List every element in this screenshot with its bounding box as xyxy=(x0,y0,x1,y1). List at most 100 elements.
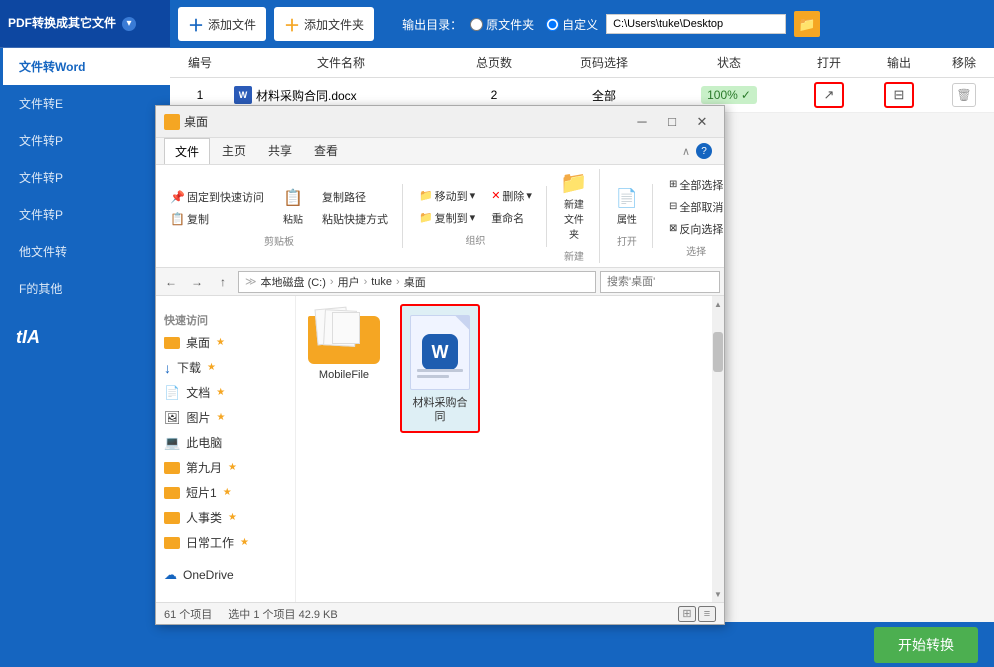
nav-item-word[interactable]: 文件转Word xyxy=(0,48,170,85)
delete-button[interactable]: ✕ 删除 ▾ xyxy=(485,186,538,206)
sidebar-item-desktop[interactable]: 桌面 ★ xyxy=(156,330,295,355)
row-pagesel: 全部 xyxy=(544,87,664,104)
move-to-button[interactable]: 📁 移动到 ▾ xyxy=(413,186,481,206)
tab-share[interactable]: 共享 xyxy=(258,138,302,164)
copy-button[interactable]: 📋 复制 xyxy=(164,209,215,229)
path-part-c[interactable]: 本地磁盘 (C:) xyxy=(261,274,326,290)
copy-to-button[interactable]: 📁 复制到 ▾ xyxy=(413,208,481,228)
pin-to-quick-access-button[interactable]: 📌 固定到快速访问 xyxy=(164,187,270,207)
up-button[interactable]: ↑ xyxy=(212,271,234,293)
checkmark-icon: ✓ xyxy=(741,88,751,102)
browse-folder-button[interactable]: 📁 xyxy=(794,11,820,37)
paste-icon: 📋 xyxy=(281,187,305,209)
remove-button[interactable]: 🗑 xyxy=(952,83,976,107)
output-icon: ⊟ xyxy=(894,87,905,103)
path-sep-1: › xyxy=(330,276,334,288)
add-file-button[interactable]: ＋ 添加文件 xyxy=(178,7,266,41)
output-path-input[interactable] xyxy=(606,14,786,34)
invert-icon: ⊠ xyxy=(669,223,677,234)
rename-button[interactable]: 重命名 xyxy=(485,208,538,228)
back-button[interactable]: ← xyxy=(160,271,182,293)
tab-view[interactable]: 查看 xyxy=(304,138,348,164)
clipboard-btns: 📌 固定到快速访问 📋 复制 📋 粘贴 复制路径 xyxy=(164,184,394,229)
file-item-contract[interactable]: W 材料采购合同 xyxy=(400,304,480,433)
explorer-scrollbar[interactable]: ▲ ▼ xyxy=(712,296,724,602)
sidebar-item-onedrive[interactable]: ☁ OneDrive xyxy=(156,563,295,587)
nav-item-3[interactable]: 文件转P xyxy=(0,122,170,159)
mobilefile-label: MobileFile xyxy=(319,368,369,382)
sidebar-item-month9[interactable]: 第九月 ★ xyxy=(156,455,295,480)
deselect-all-button[interactable]: ⊟ 全部取消 xyxy=(663,197,729,217)
new-folder-button[interactable]: 📁 新建文件夹 xyxy=(557,169,591,244)
tab-home[interactable]: 主页 xyxy=(212,138,256,164)
path-part-tuke[interactable]: tuke xyxy=(371,276,392,288)
folder-icon-desktop xyxy=(164,337,180,349)
maximize-button[interactable]: □ xyxy=(658,111,686,133)
close-button[interactable]: ✕ xyxy=(688,111,716,133)
organize-btns: 📁 移动到 ▾ 📁 复制到 ▾ ✕ 删除 ▾ xyxy=(413,186,538,228)
sidebar-item-docs[interactable]: 📄 文档 ★ xyxy=(156,380,295,405)
wps-logo: W xyxy=(422,334,458,370)
grid-view-button[interactable]: ⊞ xyxy=(678,606,696,622)
paste-shortcut-button[interactable]: 粘贴快捷方式 xyxy=(316,209,394,229)
row-open: ↗ xyxy=(794,82,864,108)
collapse-ribbon-icon[interactable]: ∧ xyxy=(682,145,690,158)
grid-icon: ⊞ xyxy=(669,179,677,190)
radio-original[interactable]: 原文件夹 xyxy=(470,16,534,33)
nav-item-5[interactable]: 文件转P xyxy=(0,196,170,233)
dropdown-arrow-icon[interactable]: ▾ xyxy=(122,17,136,31)
scroll-thumb[interactable] xyxy=(713,332,723,372)
radio-custom[interactable]: 自定义 xyxy=(546,16,598,33)
col-header-remove: 移除 xyxy=(934,54,994,71)
sidebar-item-shorts[interactable]: 短片1 ★ xyxy=(156,480,295,505)
explorer-content: MobileFile W 材料采购合同 xyxy=(296,296,712,602)
add-folder-button[interactable]: ＋ 添加文件夹 xyxy=(274,7,374,41)
properties-button[interactable]: 📄 属性 xyxy=(610,184,644,229)
radio-original-input[interactable] xyxy=(470,18,483,31)
radio-custom-input[interactable] xyxy=(546,18,559,31)
path-part-desktop[interactable]: 桌面 xyxy=(404,274,426,290)
nav-item-other[interactable]: 他文件转 xyxy=(0,233,170,270)
nav-item-4[interactable]: 文件转P xyxy=(0,159,170,196)
invert-selection-button[interactable]: ⊠ 反向选择 xyxy=(663,219,729,239)
select-all-button[interactable]: ⊞ 全部选择 xyxy=(663,175,729,195)
plus-icon: ＋ xyxy=(188,12,204,36)
address-path[interactable]: ≫ 本地磁盘 (C:) › 用户 › tuke › 桌面 xyxy=(238,271,596,293)
file-item-mobilefile[interactable]: MobileFile xyxy=(304,304,384,433)
nav-item-extra[interactable]: F的其他 xyxy=(0,270,170,307)
ribbon-tabs: 文件 主页 共享 查看 ∧ ? xyxy=(156,138,724,165)
sidebar-item-downloads[interactable]: ↓ 下载 ★ xyxy=(156,355,295,380)
row-num: 1 xyxy=(170,88,230,102)
star-icon-4: ★ xyxy=(217,412,226,423)
paste-button[interactable]: 📋 粘贴 xyxy=(274,184,312,229)
star-icon-7: ★ xyxy=(228,512,237,523)
ribbon-content: 📌 固定到快速访问 📋 复制 📋 粘贴 复制路径 xyxy=(156,165,724,268)
path-sep-2: › xyxy=(364,276,368,288)
sidebar-item-hr[interactable]: 人事类 ★ xyxy=(156,505,295,530)
sidebar-item-pc[interactable]: 💻 此电脑 xyxy=(156,430,295,455)
docs-icon: 📄 xyxy=(164,385,180,401)
row-remove: 🗑 xyxy=(934,83,994,107)
tab-file[interactable]: 文件 xyxy=(164,138,210,164)
sidebar-item-pictures[interactable]: 🖼 图片 ★ xyxy=(156,405,295,430)
path-sep-3: › xyxy=(396,276,400,288)
output-button[interactable]: ⊟ xyxy=(884,82,914,108)
copy-path-area: 复制路径 粘贴快捷方式 xyxy=(316,187,394,229)
sidebar-item-daily[interactable]: 日常工作 ★ xyxy=(156,530,295,555)
folder-plus-icon: ＋ xyxy=(284,12,300,36)
nav-item-2[interactable]: 文件转E xyxy=(0,85,170,122)
open-group: 📄 属性 打开 xyxy=(610,184,653,248)
help-icon[interactable]: ? xyxy=(696,143,712,159)
open-button[interactable]: ↗ xyxy=(814,82,844,108)
scroll-down-button[interactable]: ▼ xyxy=(712,586,724,602)
forward-button[interactable]: → xyxy=(186,271,208,293)
convert-button[interactable]: 开始转换 xyxy=(874,627,978,663)
copy-path-button[interactable]: 复制路径 xyxy=(316,187,394,207)
scroll-up-button[interactable]: ▲ xyxy=(712,296,724,312)
path-part-users[interactable]: 用户 xyxy=(338,274,360,290)
clipboard-label: 剪贴板 xyxy=(164,233,394,248)
cloud-icon: ☁ xyxy=(164,567,177,583)
list-view-button[interactable]: ≡ xyxy=(698,606,716,622)
minimize-button[interactable]: ─ xyxy=(628,111,656,133)
search-input[interactable] xyxy=(600,271,720,293)
